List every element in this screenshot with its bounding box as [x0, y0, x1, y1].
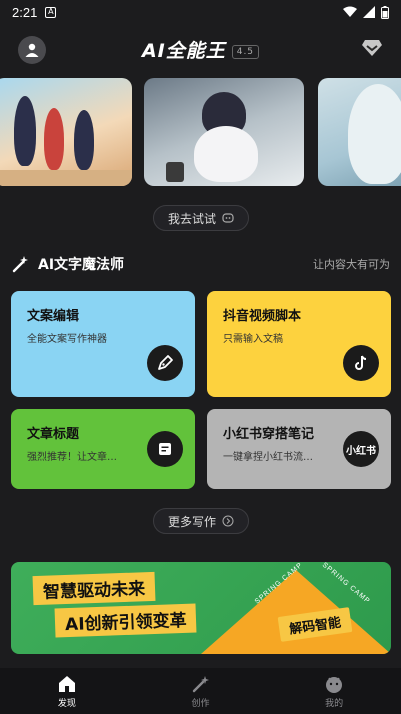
- chatbot-icon: [222, 213, 234, 223]
- card-douyin-script[interactable]: 抖音视频脚本 只需输入文稿: [207, 291, 391, 397]
- card-title: 抖音视频脚本: [223, 309, 302, 324]
- tab-label: 我的: [325, 698, 344, 709]
- banner-line-2: AI创新引领变革: [54, 603, 197, 638]
- tiktok-icon: [343, 345, 379, 381]
- app-title-text: AI全能王: [141, 40, 226, 62]
- try-it-button[interactable]: 我去试试: [153, 205, 249, 231]
- home-icon: [58, 675, 75, 692]
- document-icon: [147, 431, 183, 467]
- chevron-right-circle-icon: [222, 515, 234, 527]
- wifi-icon: [343, 6, 357, 17]
- more-writing-button[interactable]: 更多写作: [153, 508, 249, 534]
- card-desc: 只需输入文稿: [223, 334, 283, 345]
- version-badge: 4.5: [231, 44, 260, 59]
- tab-label: 创作: [191, 698, 210, 709]
- card-article-title[interactable]: 文章标题 强烈推荐！让文章…: [11, 409, 195, 489]
- magic-wand-icon: [192, 675, 209, 692]
- carousel-slide-beach-girls[interactable]: [0, 78, 132, 186]
- tab-profile[interactable]: 我的: [267, 668, 401, 714]
- profile-face-icon: [326, 676, 343, 693]
- more-writing-label: 更多写作: [167, 514, 216, 529]
- signal-icon: [363, 6, 375, 18]
- xiaohongshu-icon-text: 小红书: [346, 445, 376, 457]
- section-title: AI文字魔法师: [38, 257, 125, 273]
- carousel-slide-blue-robe[interactable]: [318, 78, 401, 186]
- card-desc: 全能文案写作神器: [27, 334, 107, 345]
- carousel-slide-white-dress-girl[interactable]: [144, 78, 304, 186]
- tab-label: 发现: [57, 698, 76, 709]
- try-it-label: 我去试试: [167, 211, 216, 226]
- top-bar: AI全能王 4.5: [0, 28, 401, 72]
- section-subtitle: 让内容大有可为: [313, 258, 390, 271]
- section-header: AI文字魔法师 让内容大有可为: [12, 252, 390, 276]
- image-carousel[interactable]: [0, 78, 401, 186]
- magic-wand-icon: [12, 256, 28, 273]
- card-desc: 一键拿捏小红书流…: [223, 452, 313, 463]
- app-title: AI全能王 4.5: [0, 36, 401, 63]
- card-copy-editing[interactable]: 文案编辑 全能文案写作神器: [11, 291, 195, 397]
- battery-icon: [381, 5, 389, 19]
- xiaohongshu-icon: 小红书: [343, 431, 379, 467]
- notification-a-icon: A: [45, 6, 57, 18]
- tab-create[interactable]: 创作: [134, 668, 268, 714]
- tab-discover[interactable]: 发现: [0, 668, 134, 714]
- status-bar: 2:21 A: [0, 0, 401, 24]
- promo-banner[interactable]: SPRING CAMP SPRING CAMP 智慧驱动未来 AI创新引领变革 …: [11, 562, 391, 654]
- card-desc: 强烈推荐！让文章…: [27, 452, 117, 463]
- status-icons: [343, 5, 389, 19]
- banner-line-1: 智慧驱动未来: [32, 571, 156, 606]
- tent-graphic: [201, 570, 391, 654]
- bottom-tab-bar: 发现 创作 我的: [0, 668, 401, 714]
- card-xiaohongshu-notes[interactable]: 小红书穿搭笔记 一键拿捏小红书流… 小红书: [207, 409, 391, 489]
- card-title: 文案编辑: [27, 309, 80, 324]
- status-time: 2:21: [12, 4, 38, 20]
- pen-icon: [147, 345, 183, 381]
